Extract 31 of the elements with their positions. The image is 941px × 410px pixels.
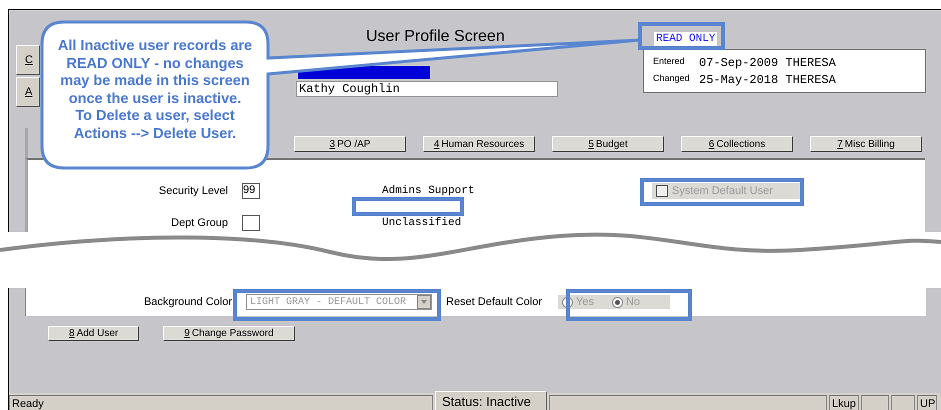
field-label: Dept Group — [170, 217, 228, 229]
field-label: Security Level — [158, 185, 228, 197]
window-title: User Profile Screen — [365, 27, 506, 47]
audit-value: 07-Sep-2009 THERESA — [699, 56, 837, 70]
status-message: Ready — [9, 395, 433, 410]
tab[interactable]: 5 Budget — [552, 136, 664, 152]
tab[interactable]: 4 Human Resources — [423, 136, 535, 152]
field-label: Background Color — [142, 296, 232, 308]
audit-label: Changed — [653, 72, 691, 85]
status-panel — [891, 395, 915, 410]
action-button[interactable]: 8 Add User — [48, 326, 140, 341]
side-button[interactable]: A — [16, 77, 40, 107]
tab[interactable]: 6 Collections — [681, 136, 793, 152]
read-only-label: READ ONLY — [654, 32, 718, 46]
tab[interactable]: 7 Misc Billing — [810, 136, 922, 152]
audit-value: 25-May-2018 THERESA — [699, 72, 837, 86]
status-panel — [861, 395, 889, 410]
callout-text: All Inactive user records are READ ONLY - no changes may be made in this screen once the user is inactive. To Delete a user, select Actions --> Delete User. — [56, 38, 254, 143]
tab[interactable]: 3 PO /AP — [294, 136, 406, 152]
field-label: Reset Default Color — [446, 296, 542, 308]
audit-label: Entered — [653, 56, 686, 68]
admins-text: Admins Support — [382, 185, 474, 197]
side-button[interactable]: C — [16, 45, 40, 75]
action-button[interactable]: 9 Change Password — [163, 326, 295, 341]
status-label: Status: Inactive — [435, 391, 547, 410]
classification-text: Unclassified — [382, 217, 462, 229]
status-panel: Lkup — [829, 395, 859, 410]
dept-group-field[interactable] — [242, 215, 260, 231]
status-panel: UP — [917, 395, 937, 410]
security-level-field[interactable]: 99 — [242, 183, 260, 199]
user-name-field[interactable]: Kathy Coughlin — [296, 81, 558, 97]
